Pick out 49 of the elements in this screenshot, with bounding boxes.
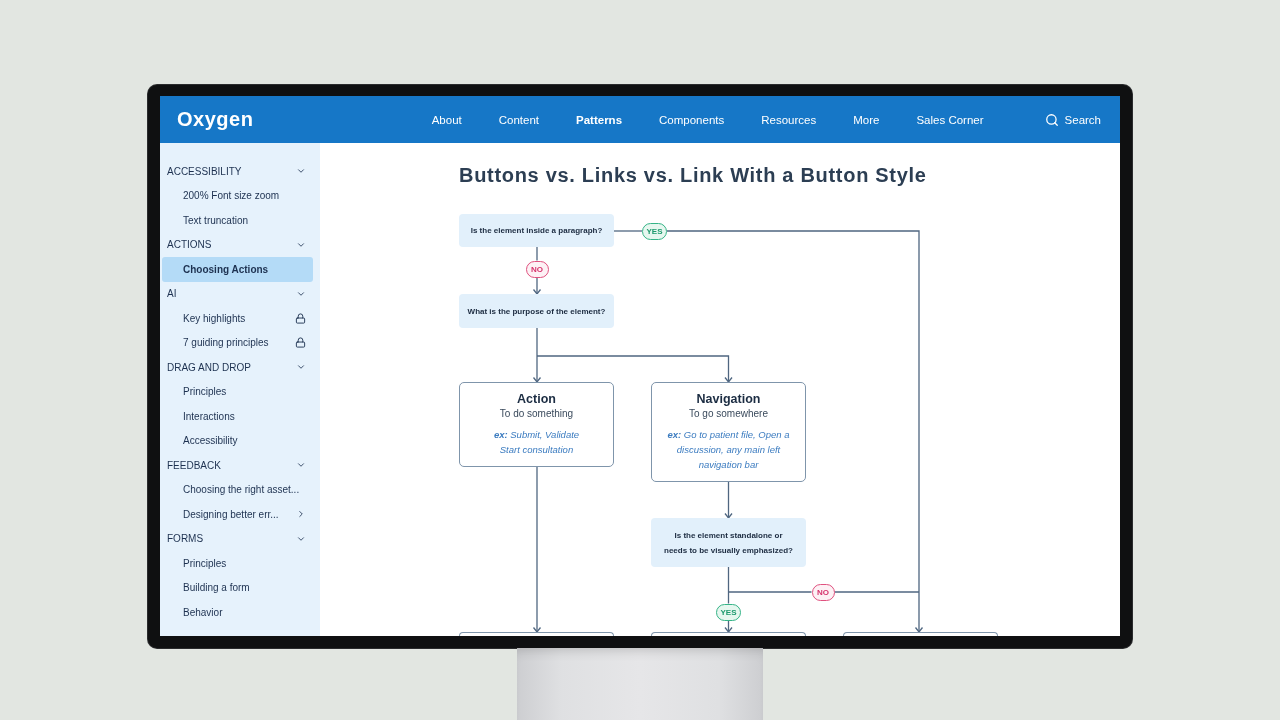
example-text: ex: Submit, Validate Start consultation <box>493 428 580 457</box>
question-box: What is the purpose of the element? <box>459 294 614 328</box>
nav-link[interactable]: More <box>853 113 880 126</box>
nav-link[interactable]: Patterns <box>576 113 623 126</box>
yes-badge: YES <box>642 222 667 240</box>
nav-link[interactable]: Content <box>498 113 539 126</box>
sidebar-item[interactable]: Accessibility <box>162 428 313 453</box>
no-badge: NO <box>811 583 835 601</box>
answer-title: Navigation <box>696 392 761 406</box>
lock-icon <box>295 337 306 349</box>
sidebar-item[interactable]: Principles <box>162 379 313 404</box>
example-text: ex: Go to patient file, Open a discussion, any main left navigation bar <box>667 428 790 472</box>
question-box: Is the element inside a paragraph? <box>459 214 614 247</box>
section-header[interactable]: ACTIONS <box>162 232 313 257</box>
nav-link[interactable]: Components <box>659 113 725 126</box>
sidebar-item[interactable]: Designing better err... <box>162 502 313 527</box>
no-badge: NO <box>525 260 549 278</box>
chevron-right-icon <box>296 509 306 520</box>
yes-badge: YES <box>716 603 741 621</box>
sidebar-item[interactable]: 7 guiding principles <box>162 330 313 355</box>
connector-arrow <box>532 276 542 296</box>
sidebar-item[interactable]: Choosing Actions <box>162 257 313 282</box>
section-header[interactable]: ACCESSIBILITY <box>162 159 313 184</box>
nav-link[interactable]: Resources <box>761 113 817 126</box>
page-title: Buttons vs. Links vs. Link With a Button Style <box>459 163 928 187</box>
sidebar-item[interactable]: Principles <box>162 551 313 576</box>
answer-subtitle: To do something <box>499 407 574 421</box>
sidebar-item[interactable]: Choosing the right asset... <box>162 477 313 502</box>
section-header[interactable]: DRAG AND DROP <box>162 355 313 380</box>
sidebar-item[interactable]: 200% Font size zoom <box>162 183 313 208</box>
lock-icon <box>295 312 306 324</box>
section-header[interactable]: FEEDBACK <box>162 453 313 478</box>
connector-line <box>536 246 538 262</box>
connector-line <box>613 230 643 232</box>
answer-subtitle: To go somewhere <box>689 407 768 421</box>
logo[interactable]: Oxygen <box>177 108 254 131</box>
question-box: Is the element standalone or needs to be visually emphasized? <box>651 518 806 567</box>
nav-link[interactable]: About <box>431 113 462 126</box>
nav-link[interactable]: Sales Corner <box>916 113 984 126</box>
sidebar-item[interactable]: Building a form <box>162 575 313 600</box>
section-header[interactable]: FORMS <box>162 526 313 551</box>
sidebar-item[interactable]: Interactions <box>162 404 313 429</box>
answer-title: Action <box>517 392 556 406</box>
sidebar-item[interactable]: Behavior <box>162 600 313 625</box>
search-icon <box>1044 112 1059 127</box>
sidebar-item[interactable]: Text truncation <box>162 208 313 233</box>
sidebar-item[interactable]: Key highlights <box>162 306 313 331</box>
section-header[interactable]: AI <box>162 281 313 306</box>
search-button[interactable]: Search <box>1044 112 1101 127</box>
